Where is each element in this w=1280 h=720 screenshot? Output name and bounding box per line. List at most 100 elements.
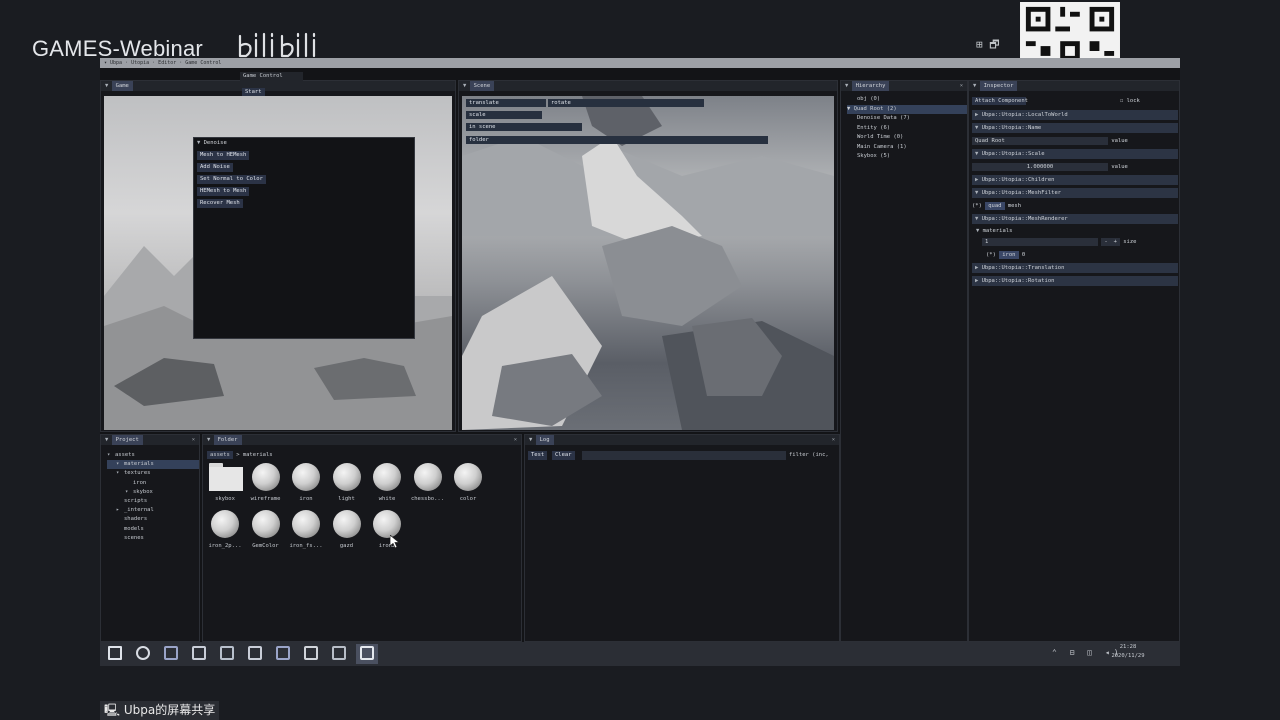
project-tree-item[interactable]: ▾ skybox [107, 488, 199, 497]
scene-folder-button[interactable]: folder [466, 136, 768, 144]
materials-size-field[interactable]: 1 - + size [982, 237, 1137, 247]
material-asset[interactable]: chessbo... [408, 463, 448, 502]
close-icon[interactable]: × [192, 435, 195, 445]
scene-titlebar[interactable]: ▼ Scene [459, 81, 837, 91]
inspector-titlebar[interactable]: ▼ Inspector [969, 81, 1179, 91]
hierarchy-item[interactable]: Entity (6) [847, 124, 967, 134]
breadcrumb-materials[interactable]: materials [243, 452, 273, 458]
component-scale[interactable]: ▼ Ubpa::Utopia::Scale [972, 149, 1178, 159]
project-titlebar[interactable]: ▼ Project × [101, 435, 199, 445]
log-filter-input[interactable] [582, 451, 786, 460]
hemesh-to-mesh-button[interactable]: HEMesh to Mesh [197, 187, 250, 196]
hierarchy-item[interactable]: obj (0) [847, 95, 967, 105]
close-icon[interactable]: × [832, 435, 835, 445]
tab-game[interactable]: Game [111, 81, 133, 91]
material-asset[interactable]: iron [286, 463, 326, 502]
start-button[interactable]: Start [242, 88, 265, 96]
materials-label[interactable]: ▼ materials [976, 226, 1012, 236]
material-asset[interactable]: gazd [327, 510, 367, 549]
log-test-button[interactable]: Test [528, 451, 548, 460]
folder-asset[interactable]: skybox [205, 463, 245, 502]
git-icon[interactable] [248, 646, 262, 660]
unity-icon[interactable] [220, 646, 234, 660]
hierarchy-item[interactable]: Denoise Data (7) [847, 114, 967, 124]
tab-inspector[interactable]: Inspector [979, 81, 1018, 91]
project-tree-item[interactable]: models [107, 525, 199, 534]
chrome-icon[interactable] [136, 646, 150, 660]
material-asset[interactable]: wireframe [246, 463, 286, 502]
hierarchy-item[interactable]: World Time (0) [847, 133, 967, 143]
tree-arrow-icon[interactable]: ▾ [116, 460, 124, 469]
tree-arrow-icon[interactable]: ▾ [125, 488, 133, 497]
material-asset[interactable]: iron_fs... [286, 510, 326, 549]
hierarchy-item[interactable]: Skybox (5) [847, 152, 967, 162]
log-titlebar[interactable]: ▼ Log × [525, 435, 839, 445]
lock-checkbox[interactable]: ☐ lock [1120, 96, 1140, 106]
tab-project[interactable]: Project [111, 435, 143, 445]
set-normal-to-color-button[interactable]: Set Normal to Color [197, 175, 266, 184]
denoise-title[interactable]: ▼ Denoise [194, 138, 414, 148]
close-icon[interactable]: × [514, 435, 517, 445]
component-local-to-world[interactable]: ▶ Ubpa::Utopia::LocalToWorld [972, 110, 1178, 120]
taskbar-clock[interactable]: 21:28 2020/11/29 [1110, 643, 1146, 661]
tab-folder[interactable]: Folder [213, 435, 242, 445]
tab-log[interactable]: Log [535, 435, 554, 445]
hierarchy-item[interactable]: ▼ Quad Root (2) [847, 104, 967, 114]
mesh-to-hemesh-button[interactable]: Mesh to HEMesh [197, 151, 250, 160]
component-translation[interactable]: ▶ Ubpa::Utopia::Translation [972, 263, 1178, 273]
name-field[interactable]: Quad Root value [972, 136, 1128, 146]
photos-icon[interactable] [192, 646, 206, 660]
component-name[interactable]: ▼ Ubpa::Utopia::Name [972, 123, 1178, 133]
material-asset[interactable]: white [367, 463, 407, 502]
scale-field[interactable]: 1.000000 value [972, 162, 1128, 172]
material-item-name[interactable]: iron [999, 251, 1019, 259]
visual-studio-icon[interactable] [164, 646, 178, 660]
tab-scene[interactable]: Scene [469, 81, 495, 91]
decrement-button[interactable]: - [1101, 238, 1111, 246]
project-tree-item[interactable]: shaders [107, 515, 199, 524]
recover-mesh-button[interactable]: Recover Mesh [197, 199, 243, 208]
hierarchy-item[interactable]: Main Camera (1) [847, 143, 967, 153]
project-tree-item[interactable]: scenes [107, 534, 199, 543]
tree-arrow-icon[interactable]: ▾ [107, 451, 115, 460]
tree-arrow-icon[interactable]: ▾ [116, 469, 124, 478]
window-controls-icon[interactable]: ⊞ 🗗 [976, 36, 1000, 55]
close-icon[interactable]: × [960, 81, 963, 91]
scene-translate-button[interactable]: translate [466, 99, 546, 107]
game-control-title[interactable]: Game Control [240, 72, 303, 81]
component-mesh-renderer[interactable]: ▼ Ubpa::Utopia::MeshRenderer [972, 214, 1178, 224]
folder-titlebar[interactable]: ▼ Folder × [203, 435, 521, 445]
project-tree-item[interactable]: ▾ materials [107, 460, 199, 470]
material-asset[interactable]: iron_2p... [205, 510, 245, 549]
material-item[interactable]: (*) iron 0 [986, 250, 1025, 260]
scene-rotate-button[interactable]: rotate [548, 99, 704, 107]
attach-component-button[interactable]: Attach Component [972, 96, 1028, 106]
tab-hierarchy[interactable]: Hierarchy [851, 81, 890, 91]
mesh-name[interactable]: quad [985, 202, 1005, 210]
increment-button[interactable]: + [1110, 238, 1120, 246]
material-asset[interactable]: color [448, 463, 488, 502]
project-tree-item[interactable]: ▾ textures [107, 469, 199, 478]
game-titlebar[interactable]: ▼ Game [101, 81, 455, 91]
add-noise-button[interactable]: Add Noise [197, 163, 233, 172]
material-asset[interactable]: GemColor [246, 510, 286, 549]
log-clear-button[interactable]: Clear [552, 451, 575, 460]
project-tree-item[interactable]: iron [107, 479, 199, 488]
material-asset[interactable]: light [327, 463, 367, 502]
project-tree-item[interactable]: scripts [107, 497, 199, 506]
explorer-icon[interactable] [332, 646, 346, 660]
scene-scale-button[interactable]: scale [466, 111, 542, 119]
material-asset[interactable]: iron2 [367, 510, 407, 549]
windows-start-icon[interactable] [108, 646, 122, 660]
tree-arrow-icon[interactable]: ▸ [116, 506, 124, 515]
component-mesh-filter[interactable]: ▼ Ubpa::Utopia::MeshFilter [972, 188, 1178, 198]
scene-in-scene-button[interactable]: in scene [466, 123, 582, 131]
component-rotation[interactable]: ▶ Ubpa::Utopia::Rotation [972, 276, 1178, 286]
breadcrumb-assets[interactable]: assets [207, 451, 233, 459]
scene-viewport[interactable] [462, 96, 834, 430]
project-tree-item[interactable]: ▸ _internal [107, 506, 199, 515]
mesh-field[interactable]: (*) quad mesh [972, 201, 1021, 211]
terminal-icon[interactable] [360, 646, 374, 660]
visual-studio-2-icon[interactable] [276, 646, 290, 660]
notes-icon[interactable] [304, 646, 318, 660]
